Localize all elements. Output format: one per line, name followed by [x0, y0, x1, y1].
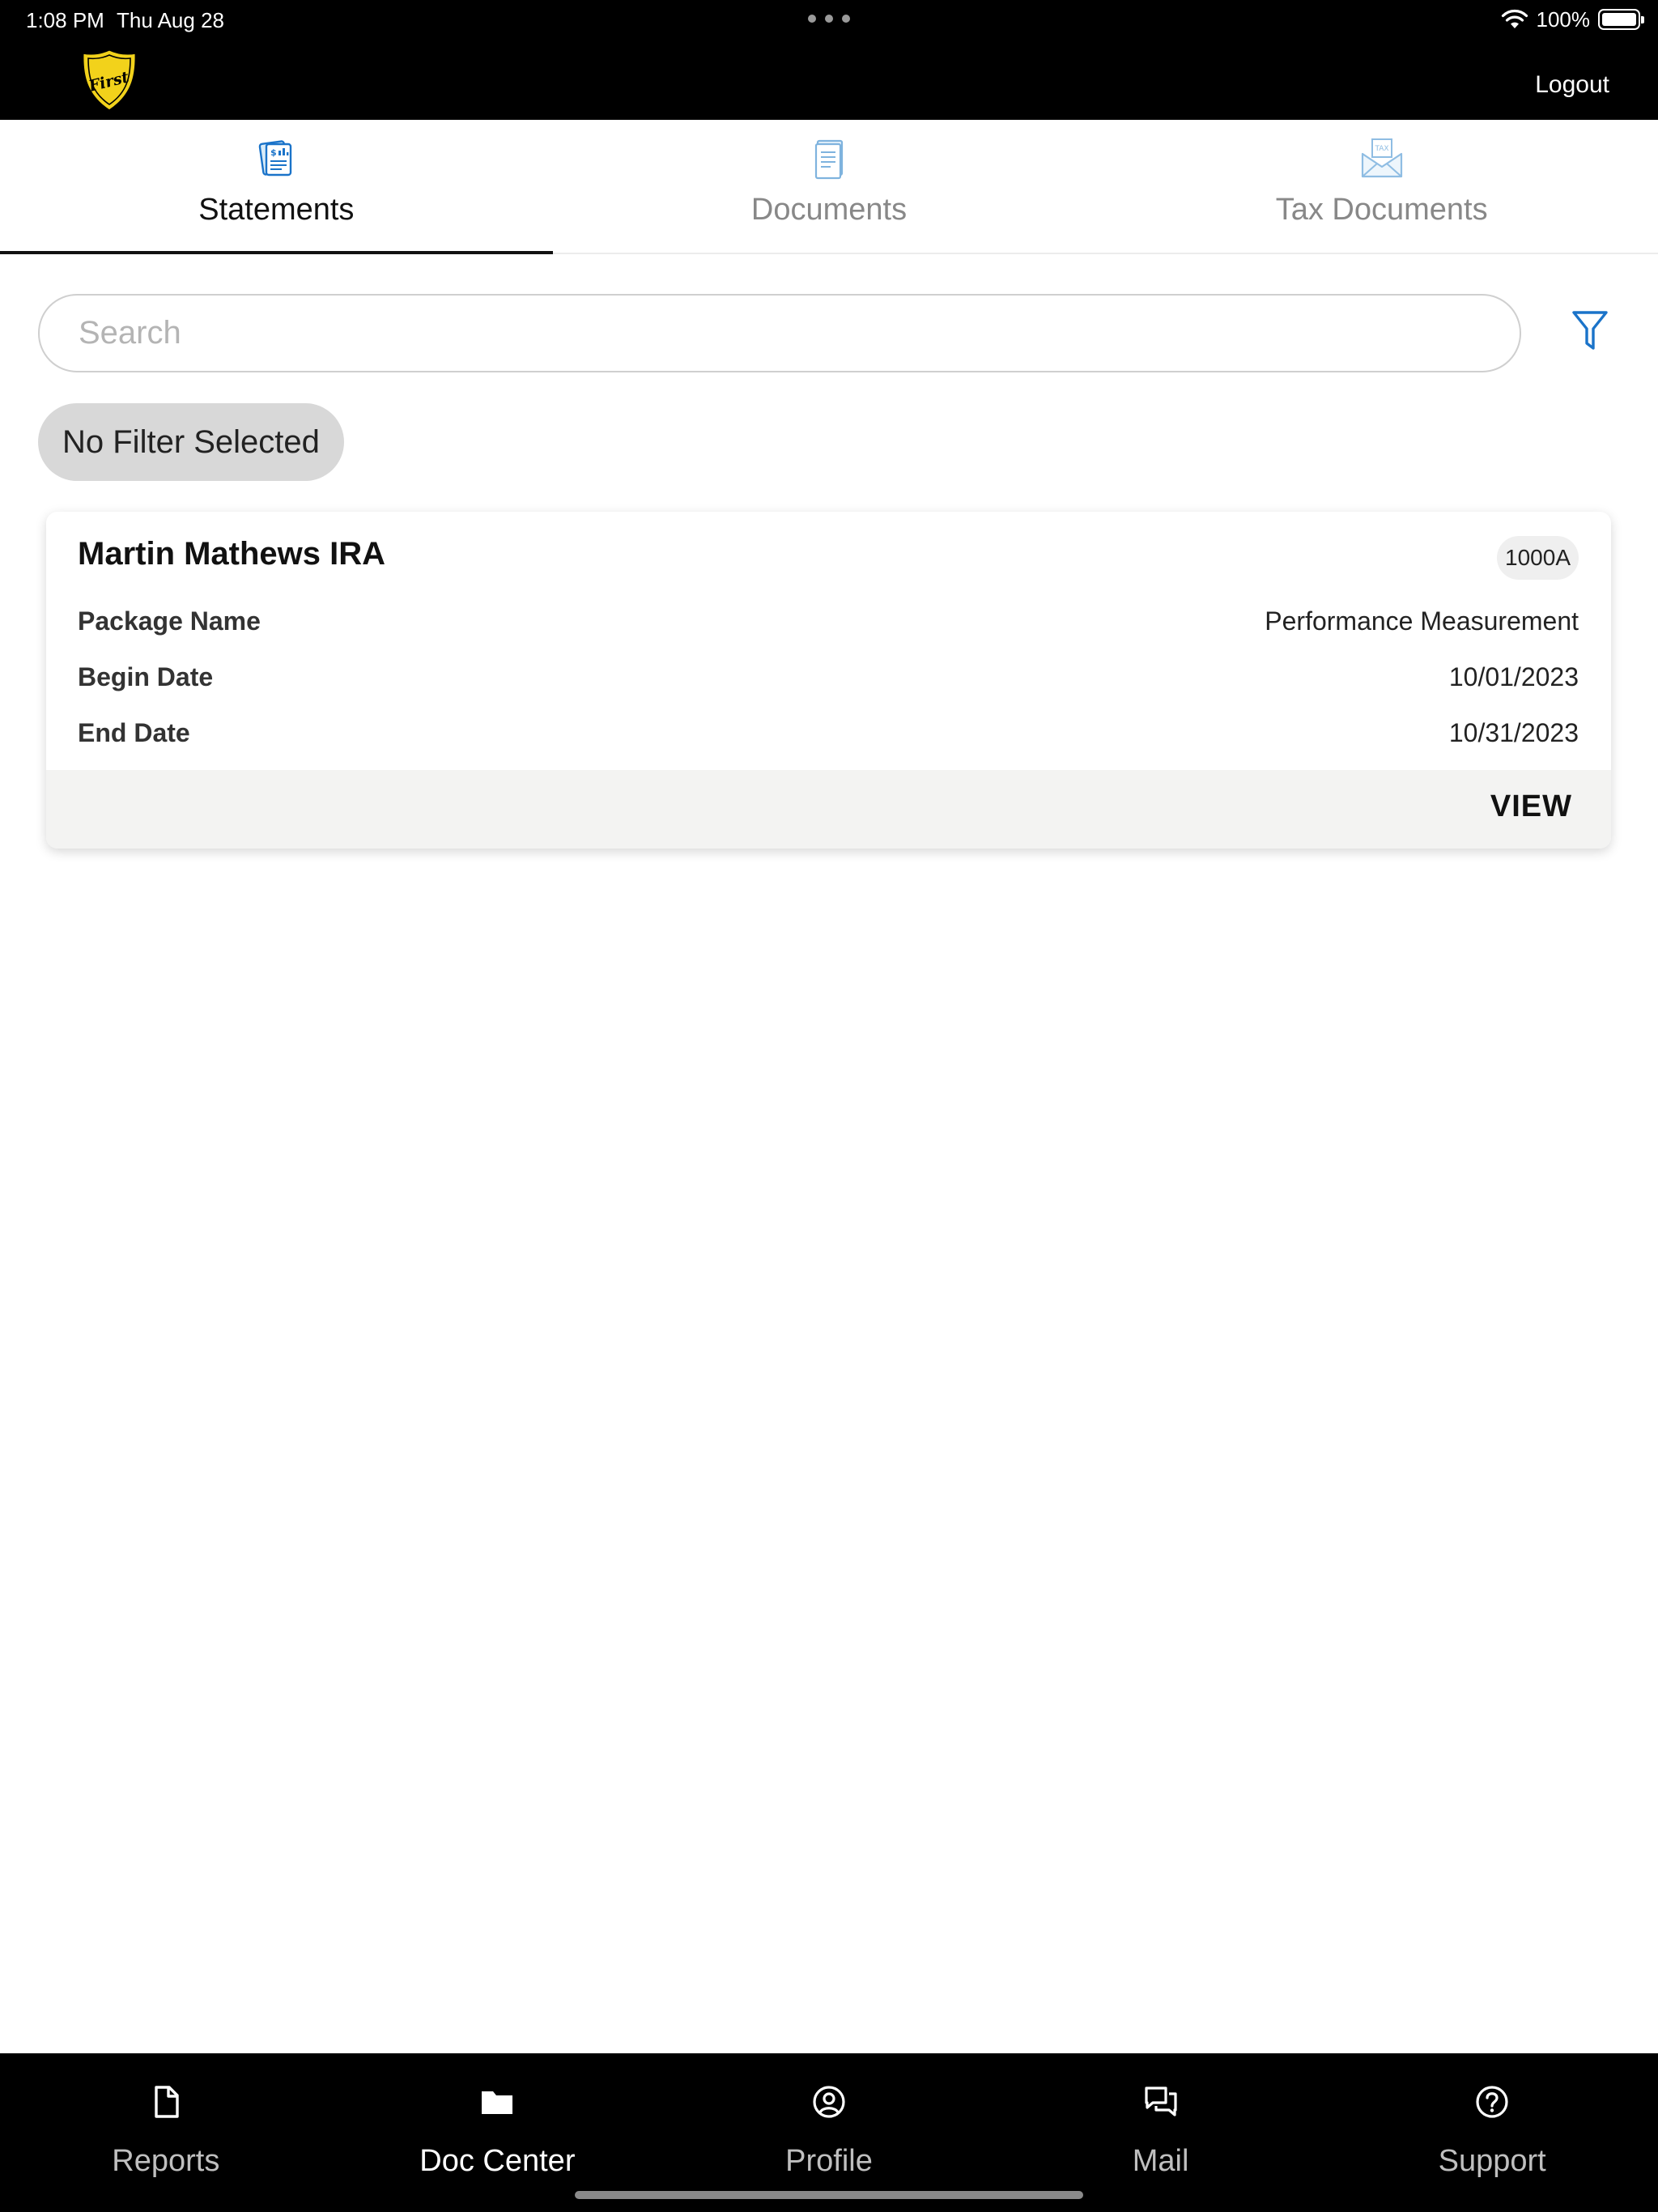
help-icon — [1476, 2086, 1508, 2118]
tab-statements[interactable]: $ Statements — [0, 120, 553, 254]
nav-profile[interactable]: Profile — [663, 2053, 995, 2212]
document-icon — [814, 139, 844, 180]
tab-tax-documents[interactable]: TAX Tax Documents — [1105, 120, 1658, 253]
tab-label: Documents — [750, 193, 908, 227]
row-value: Performance Measurement — [1265, 606, 1579, 636]
nav-label: Reports — [112, 2144, 220, 2178]
tax-envelope-icon: TAX — [1361, 138, 1402, 178]
first-shield-logo-icon: First — [81, 48, 138, 113]
battery-icon — [1598, 9, 1644, 30]
search-field[interactable] — [38, 294, 1521, 372]
nav-mail[interactable]: Mail — [995, 2053, 1327, 2212]
folder-icon — [482, 2091, 513, 2114]
nav-label: Mail — [1132, 2144, 1189, 2178]
battery-percentage: 100% — [1536, 6, 1591, 32]
statement-card: Martin Mathews IRA 1000A Package Name Pe… — [46, 512, 1611, 849]
filter-chip[interactable]: No Filter Selected — [38, 403, 344, 481]
row-label: Begin Date — [78, 661, 214, 691]
chat-icon — [1144, 2087, 1177, 2116]
tab-label: Statements — [198, 193, 355, 227]
nav-label: Doc Center — [419, 2144, 576, 2178]
tab-documents[interactable]: Documents — [553, 120, 1106, 253]
end-date-row: End Date 10/31/2023 — [78, 713, 1579, 753]
svg-text:$: $ — [270, 147, 277, 158]
search-input[interactable] — [79, 315, 1520, 351]
status-time: 1:08 PM — [26, 8, 104, 32]
app-header: 1:08 PM Thu Aug 28 100% First Logout — [0, 0, 1658, 120]
nav-reports[interactable]: Reports — [0, 2053, 332, 2212]
tab-label: Tax Documents — [1275, 193, 1488, 227]
multitasking-dots-icon[interactable] — [808, 15, 850, 24]
status-indicators: 100% — [1501, 6, 1644, 32]
account-name: Martin Mathews IRA — [78, 536, 386, 572]
nav-label: Support — [1438, 2144, 1546, 2178]
status-date: Thu Aug 28 — [117, 8, 224, 32]
profile-icon — [813, 2086, 845, 2118]
row-value: 10/31/2023 — [1448, 717, 1579, 747]
nav-label: Profile — [785, 2144, 873, 2178]
bottom-navigation: Reports Doc Center Profile Mail Support — [0, 2053, 1658, 2212]
account-number-badge: 1000A — [1497, 536, 1579, 580]
logout-button[interactable]: Logout — [1535, 71, 1609, 99]
doc-center-tabs: $ Statements Documents TAX Tax Documents — [0, 120, 1658, 254]
package-name-row: Package Name Performance Measurement — [78, 601, 1579, 641]
row-label: Package Name — [78, 606, 261, 636]
nav-doc-center[interactable]: Doc Center — [332, 2053, 664, 2212]
svg-text:TAX: TAX — [1374, 145, 1388, 153]
filter-icon[interactable] — [1569, 308, 1611, 353]
nav-support[interactable]: Support — [1326, 2053, 1658, 2212]
statement-icon: $ — [259, 140, 292, 177]
file-icon — [155, 2086, 179, 2118]
home-indicator[interactable] — [575, 2191, 1083, 2199]
view-button[interactable]: VIEW — [1490, 789, 1572, 824]
row-label: End Date — [78, 717, 190, 747]
row-value: 10/01/2023 — [1448, 661, 1579, 691]
wifi-icon — [1501, 9, 1528, 28]
begin-date-row: Begin Date 10/01/2023 — [78, 657, 1579, 697]
card-footer: VIEW — [46, 770, 1611, 849]
